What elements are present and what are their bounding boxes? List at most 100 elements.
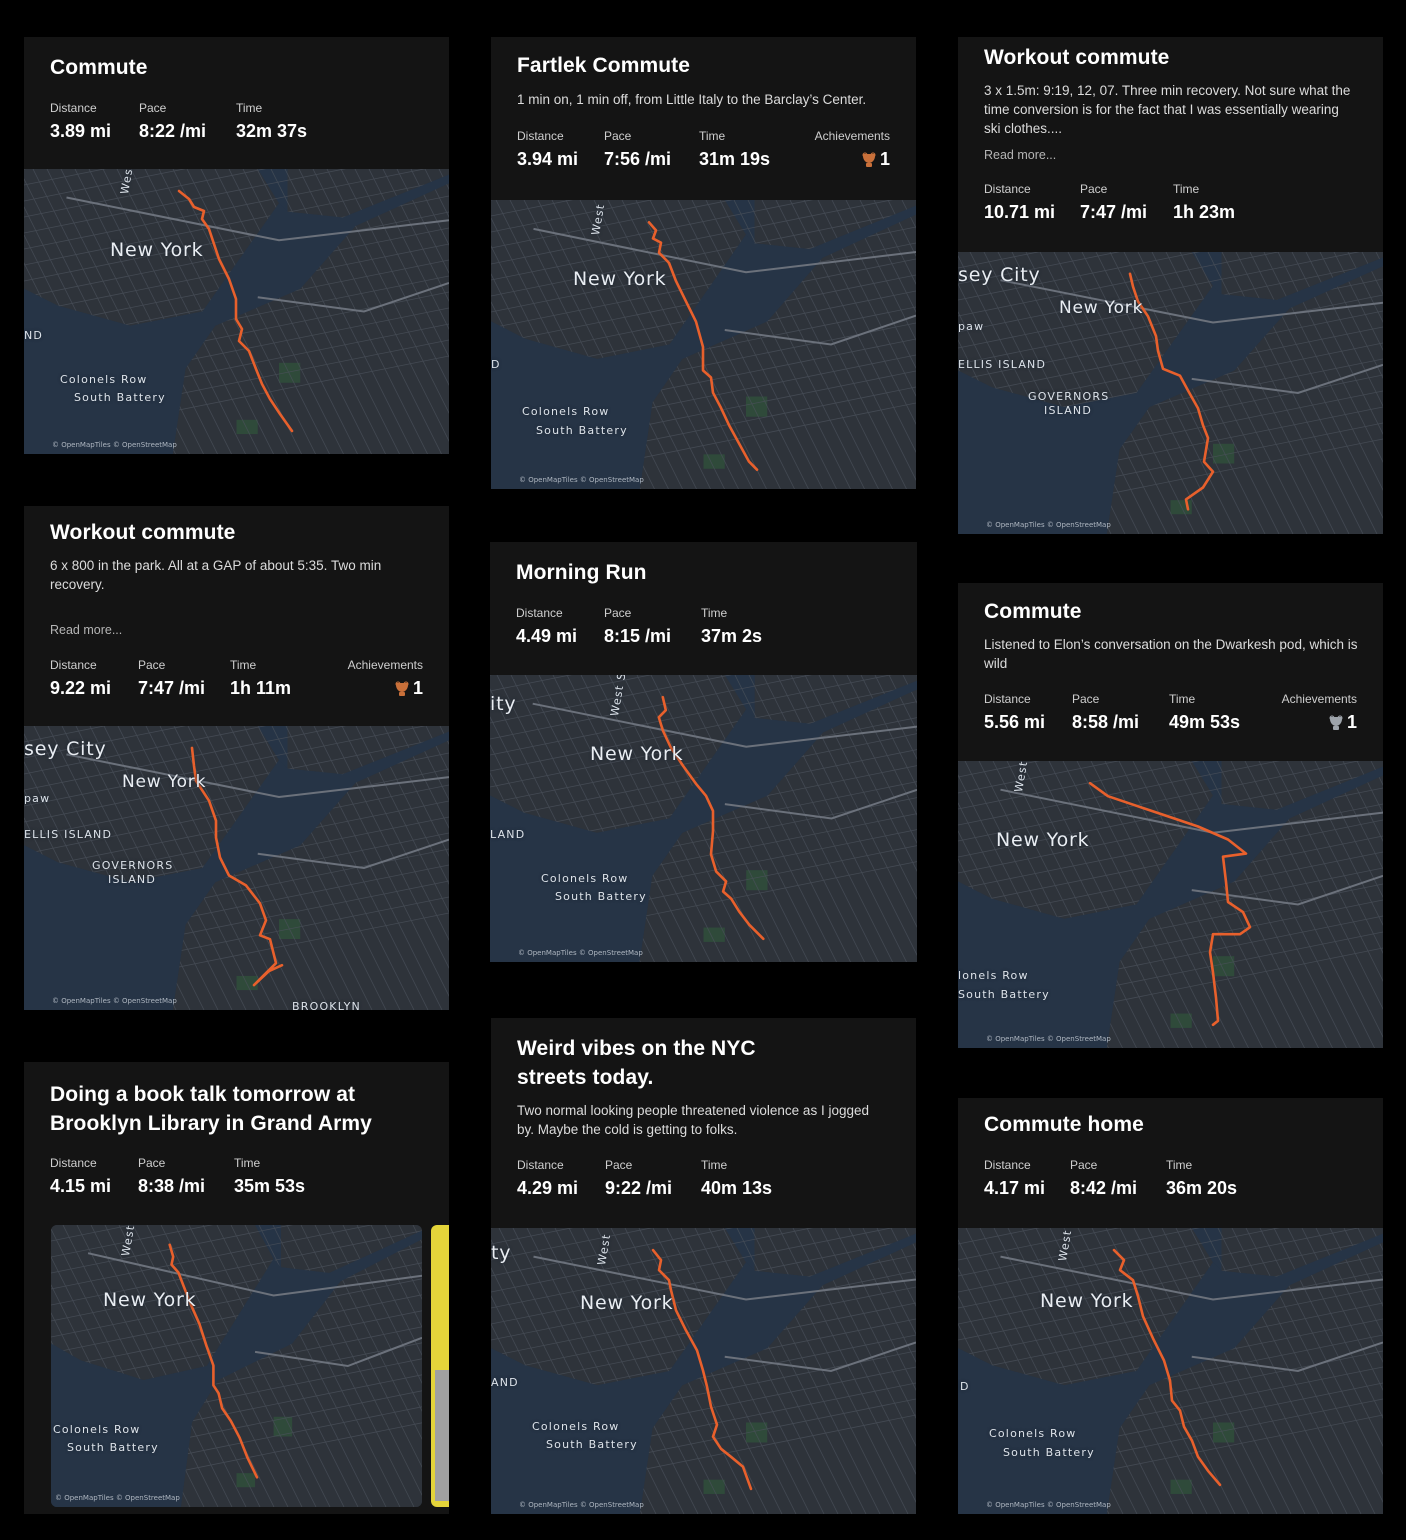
- bronze-trophy-icon: [862, 152, 876, 167]
- time-label: Time: [234, 1156, 261, 1170]
- activity-title[interactable]: Workout commute: [984, 43, 1169, 72]
- map-label: Colonels Row: [541, 872, 629, 885]
- time-value: 49m 53s: [1169, 712, 1241, 732]
- activity-title[interactable]: Doing a book talk tomorrow at Brooklyn L…: [50, 1080, 389, 1138]
- time-value: 1h 23m: [1173, 202, 1236, 222]
- map-label: D: [960, 1380, 970, 1393]
- activity-card[interactable]: Fartlek Commute 1 min on, 1 min off, fro…: [491, 37, 916, 489]
- time-label: Time: [1173, 182, 1200, 196]
- map-tiles: [958, 1228, 1383, 1514]
- distance-stat: Distance 4.29 mi: [517, 1158, 578, 1199]
- map-label: New York: [580, 1292, 674, 1314]
- activity-title[interactable]: Commute: [50, 53, 148, 82]
- map-label: Colonels Row: [60, 373, 148, 386]
- pace-value: 7:56 /mi: [604, 149, 672, 169]
- route-map[interactable]: West S New York ND Colonels Row South Ba…: [24, 169, 449, 454]
- map-label: South Battery: [1003, 1446, 1095, 1459]
- map-label: paw: [24, 792, 51, 805]
- activity-title[interactable]: Commute home: [984, 1110, 1144, 1139]
- map-label: Colonels Row: [53, 1423, 141, 1436]
- pace-value: 9:22 /mi: [605, 1178, 673, 1198]
- map-tiles: [51, 1225, 422, 1507]
- map-tiles: [490, 675, 917, 962]
- achievements-stat[interactable]: Achievements 1: [348, 658, 423, 699]
- activity-card[interactable]: Commute Distance 3.89 mi Pace 8:22 /mi Tim…: [24, 37, 449, 454]
- pace-stat: Pace 8:15 /mi: [604, 606, 671, 647]
- route-map[interactable]: West New York D Colonels Row South Batte…: [491, 200, 916, 489]
- activity-description: 3 x 1.5m: 9:19, 12, 07. Three min recove…: [984, 83, 1351, 136]
- activity-card[interactable]: Commute home Distance 4.17 mi Pace 8:42 /m…: [958, 1098, 1383, 1514]
- achievements-stat[interactable]: Achievements 1: [1282, 692, 1357, 733]
- activity-title[interactable]: Commute: [984, 597, 1082, 626]
- distance-label: Distance: [984, 1158, 1031, 1172]
- route-map[interactable]: ty West New York AND Colonels Row South …: [491, 1228, 916, 1514]
- activity-card[interactable]: Doing a book talk tomorrow at Brooklyn L…: [24, 1062, 449, 1514]
- distance-label: Distance: [50, 101, 97, 115]
- route-map[interactable]: ity West S New York LAND Colonels Row So…: [490, 675, 917, 962]
- map-label: AND: [491, 1376, 519, 1389]
- achievements-label: Achievements: [347, 658, 423, 672]
- map-label: New York: [122, 772, 207, 792]
- pace-stat: Pace 8:38 /mi: [138, 1156, 205, 1197]
- distance-stat: Distance 4.15 mi: [50, 1156, 111, 1197]
- distance-value: 4.49 mi: [516, 626, 578, 646]
- pace-stat: Pace 8:22 /mi: [139, 101, 206, 142]
- activity-title[interactable]: Workout commute: [50, 518, 235, 547]
- achievements-label: Achievements: [1281, 692, 1357, 706]
- route-map[interactable]: West New York Colonels Row South Battery…: [51, 1225, 422, 1507]
- activity-description: Two normal looking people threatened vio…: [517, 1103, 869, 1137]
- distance-stat: Distance 4.49 mi: [516, 606, 577, 647]
- activity-card[interactable]: Commute Listened to Elon’s conversation …: [958, 583, 1383, 1048]
- distance-label: Distance: [517, 129, 564, 143]
- time-value: 40m 13s: [701, 1178, 773, 1198]
- achievements-count: 1: [1346, 712, 1357, 732]
- route-map[interactable]: sey City New York paw ELLIS ISLAND GOVER…: [958, 252, 1383, 534]
- time-label: Time: [699, 129, 726, 143]
- distance-stat: Distance 5.56 mi: [984, 692, 1045, 733]
- pace-stat: Pace 7:47 /mi: [1080, 182, 1147, 223]
- route-map[interactable]: West New York lonels Row South Battery ©…: [958, 761, 1383, 1048]
- distance-stat: Distance 3.94 mi: [517, 129, 578, 170]
- activity-card[interactable]: Morning Run Distance 4.49 mi Pace 8:15 /mi…: [490, 542, 917, 962]
- distance-label: Distance: [516, 606, 563, 620]
- pace-label: Pace: [1080, 182, 1108, 196]
- time-value: 37m 2s: [701, 626, 763, 646]
- time-label: Time: [701, 1158, 728, 1172]
- activity-description: 1 min on, 1 min off, from Little Italy t…: [517, 92, 867, 107]
- distance-label: Distance: [50, 658, 97, 672]
- read-more-link[interactable]: Read more...: [50, 623, 122, 637]
- read-more-link[interactable]: Read more...: [984, 148, 1056, 162]
- map-tiles: [958, 252, 1383, 534]
- next-carousel-card[interactable]: [431, 1225, 449, 1507]
- pace-value: 8:38 /mi: [138, 1176, 206, 1196]
- time-label: Time: [1169, 692, 1196, 706]
- distance-stat: Distance 3.89 mi: [50, 101, 111, 142]
- activity-card[interactable]: Workout commute 3 x 1.5m: 9:19, 12, 07. …: [958, 37, 1383, 534]
- time-stat: Time 36m 20s: [1166, 1158, 1237, 1199]
- activity-title[interactable]: Fartlek Commute: [517, 51, 690, 80]
- map-label: South Battery: [555, 890, 647, 903]
- distance-value: 3.89 mi: [50, 121, 112, 141]
- route-map[interactable]: sey City New York paw ELLIS ISLAND GOVER…: [24, 726, 449, 1010]
- activity-title[interactable]: Morning Run: [516, 558, 647, 587]
- map-attribution: © OpenMapTiles © OpenStreetMap: [986, 1035, 1111, 1043]
- distance-stat: Distance 4.17 mi: [984, 1158, 1045, 1199]
- route-map[interactable]: West New York D Colonels Row South Batte…: [958, 1228, 1383, 1514]
- time-stat: Time 37m 2s: [701, 606, 762, 647]
- time-stat: Time 1h 11m: [230, 658, 291, 699]
- achievements-count: 1: [879, 149, 890, 169]
- pace-value: 7:47 /mi: [138, 678, 206, 698]
- distance-value: 4.17 mi: [984, 1178, 1046, 1198]
- pace-value: 8:58 /mi: [1072, 712, 1140, 732]
- activity-description: Listened to Elon’s conversation on the D…: [984, 637, 1358, 671]
- pace-label: Pace: [1072, 692, 1100, 706]
- map-attribution: © OpenMapTiles © OpenStreetMap: [518, 949, 643, 957]
- achievements-stat[interactable]: Achievements 1: [815, 129, 890, 170]
- map-label: New York: [103, 1289, 197, 1311]
- activity-card[interactable]: Weird vibes on the NYC streets today. Tw…: [491, 1018, 916, 1514]
- map-label: Colonels Row: [989, 1427, 1077, 1440]
- activity-card[interactable]: Workout commute 6 x 800 in the park. All…: [24, 506, 449, 1010]
- activity-title[interactable]: Weird vibes on the NYC streets today.: [517, 1034, 766, 1092]
- card-image: [435, 1370, 449, 1501]
- time-label: Time: [1166, 1158, 1193, 1172]
